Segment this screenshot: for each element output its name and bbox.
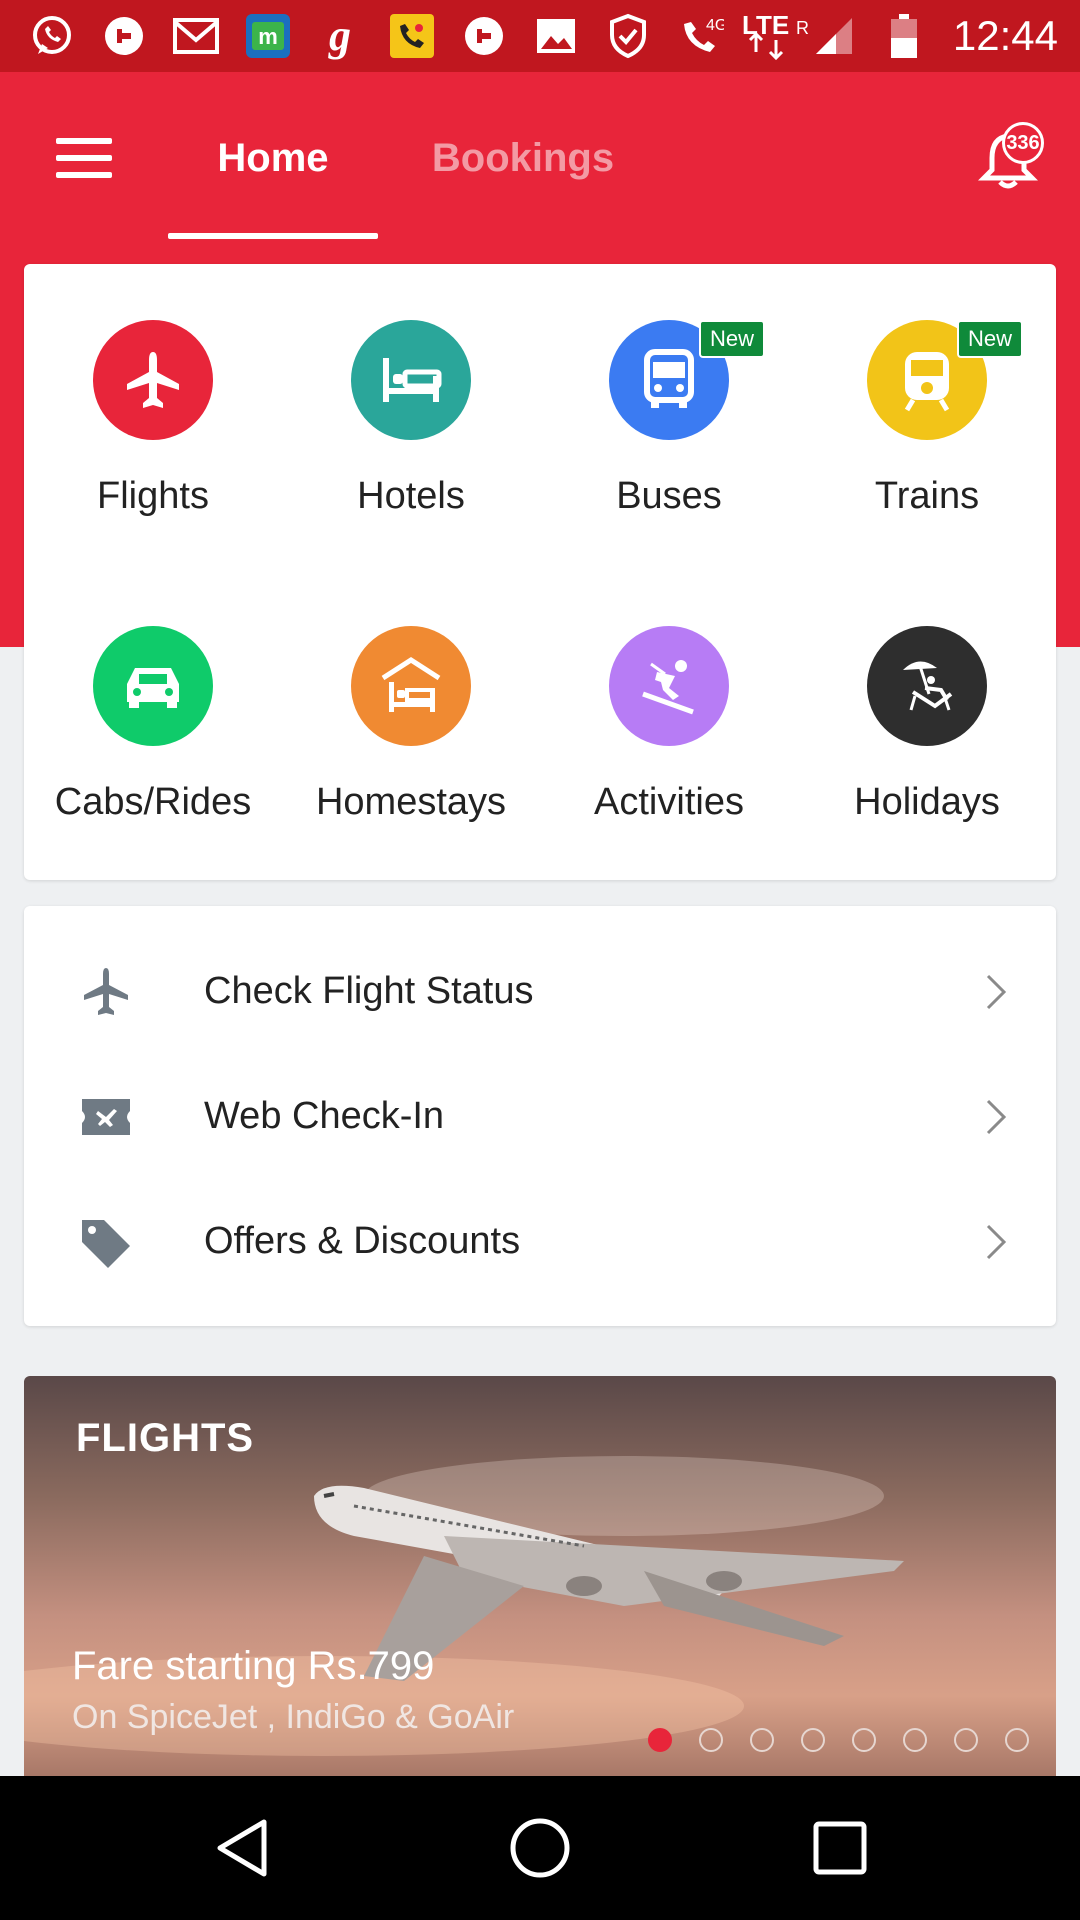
banner-subtitle: On SpiceJet , IndiGo & GoAir bbox=[72, 1698, 515, 1736]
carousel-dot[interactable] bbox=[750, 1728, 774, 1752]
category-label: Flights bbox=[97, 475, 209, 517]
carousel-dot[interactable] bbox=[648, 1728, 672, 1752]
beach-chair-icon bbox=[867, 626, 987, 746]
banner-tag: FLIGHTS bbox=[76, 1416, 255, 1460]
gallery-icon bbox=[532, 12, 580, 60]
chevron-right-icon bbox=[984, 1097, 1008, 1137]
battery-icon bbox=[880, 12, 928, 60]
cell-signal-icon bbox=[810, 12, 858, 60]
back-icon[interactable] bbox=[206, 1812, 278, 1884]
carousel-dot[interactable] bbox=[903, 1728, 927, 1752]
category-trains[interactable]: New Trains bbox=[798, 264, 1056, 524]
category-grid: Flights Hotels New Buses New Trains Cabs… bbox=[24, 264, 1056, 880]
link-label: Web Check-In bbox=[204, 1095, 445, 1137]
shield-icon bbox=[604, 12, 652, 60]
link-label: Check Flight Status bbox=[204, 970, 534, 1012]
lte-signal-icon: LTE R bbox=[740, 12, 810, 60]
call-app-icon bbox=[388, 12, 436, 60]
carousel-dot[interactable] bbox=[801, 1728, 825, 1752]
tab-home[interactable]: Home bbox=[168, 130, 378, 186]
bed-icon bbox=[351, 320, 471, 440]
check-flight-status-row[interactable]: Check Flight Status bbox=[24, 928, 1056, 1053]
category-buses[interactable]: New Buses bbox=[540, 264, 798, 524]
category-label: Homestays bbox=[315, 781, 507, 823]
airplane-icon bbox=[93, 320, 213, 440]
home-icon[interactable] bbox=[504, 1812, 576, 1884]
new-badge: New bbox=[699, 320, 765, 358]
wifi-call-icon: 4G bbox=[676, 12, 724, 60]
clock: 12:44 bbox=[952, 12, 1058, 59]
homestay-icon bbox=[351, 626, 471, 746]
chevron-right-icon bbox=[984, 972, 1008, 1012]
offers-discounts-row[interactable]: Offers & Discounts bbox=[24, 1178, 1056, 1303]
tag-icon bbox=[80, 1216, 132, 1268]
notification-count-badge: 336 bbox=[1002, 122, 1044, 164]
menu-icon[interactable] bbox=[56, 138, 112, 178]
gmail-icon bbox=[172, 12, 220, 60]
system-nav-bar bbox=[0, 1776, 1080, 1920]
category-flights[interactable]: Flights bbox=[24, 264, 282, 524]
car-icon bbox=[93, 626, 213, 746]
carousel-dot[interactable] bbox=[1005, 1728, 1029, 1752]
category-homestays[interactable]: Homestays bbox=[282, 570, 540, 830]
category-hotels[interactable]: Hotels bbox=[282, 264, 540, 524]
svg-text:R: R bbox=[796, 18, 809, 38]
web-check-in-row[interactable]: Web Check-In bbox=[24, 1053, 1056, 1178]
quick-links-card: Check Flight Status Web Check-In Offers … bbox=[24, 906, 1056, 1326]
carousel-dot[interactable] bbox=[954, 1728, 978, 1752]
category-label: Activities bbox=[594, 781, 744, 823]
recents-icon[interactable] bbox=[804, 1812, 876, 1884]
airplane-icon bbox=[80, 966, 132, 1018]
link-label: Offers & Discounts bbox=[204, 1220, 521, 1262]
category-label: Trains bbox=[874, 475, 980, 517]
status-bar: m g 4G LTE R 12:44 bbox=[0, 0, 1080, 72]
whatsapp-icon bbox=[28, 12, 76, 60]
promo-banner[interactable]: FLIGHTS Fare starting Rs.799 On SpiceJet… bbox=[24, 1376, 1056, 1776]
app-m-icon: m bbox=[244, 12, 292, 60]
category-activities[interactable]: Activities bbox=[540, 570, 798, 830]
chevron-right-icon bbox=[984, 1222, 1008, 1262]
network-label: LTE bbox=[742, 12, 789, 40]
active-tab-indicator bbox=[168, 233, 378, 239]
tab-bookings[interactable]: Bookings bbox=[418, 130, 628, 186]
goibibo-icon: g bbox=[316, 12, 364, 60]
uber-icon bbox=[460, 12, 508, 60]
category-label: Buses bbox=[616, 475, 722, 517]
carousel-dots bbox=[648, 1728, 1029, 1752]
category-holidays[interactable]: Holidays bbox=[798, 570, 1056, 830]
svg-text:g: g bbox=[328, 12, 351, 60]
new-badge: New bbox=[957, 320, 1023, 358]
category-cabs-rides[interactable]: Cabs/Rides bbox=[24, 570, 282, 830]
category-label: Holidays bbox=[854, 781, 1000, 823]
skier-icon bbox=[609, 626, 729, 746]
svg-text:m: m bbox=[258, 24, 278, 49]
carousel-dot[interactable] bbox=[699, 1728, 723, 1752]
boarding-pass-icon bbox=[80, 1091, 132, 1143]
uber-icon bbox=[100, 12, 148, 60]
banner-title: Fare starting Rs.799 bbox=[72, 1644, 435, 1688]
category-label: Cabs/Rides bbox=[54, 781, 252, 823]
network-type-label: 4G bbox=[706, 17, 724, 34]
category-label: Hotels bbox=[357, 475, 465, 517]
carousel-dot[interactable] bbox=[852, 1728, 876, 1752]
